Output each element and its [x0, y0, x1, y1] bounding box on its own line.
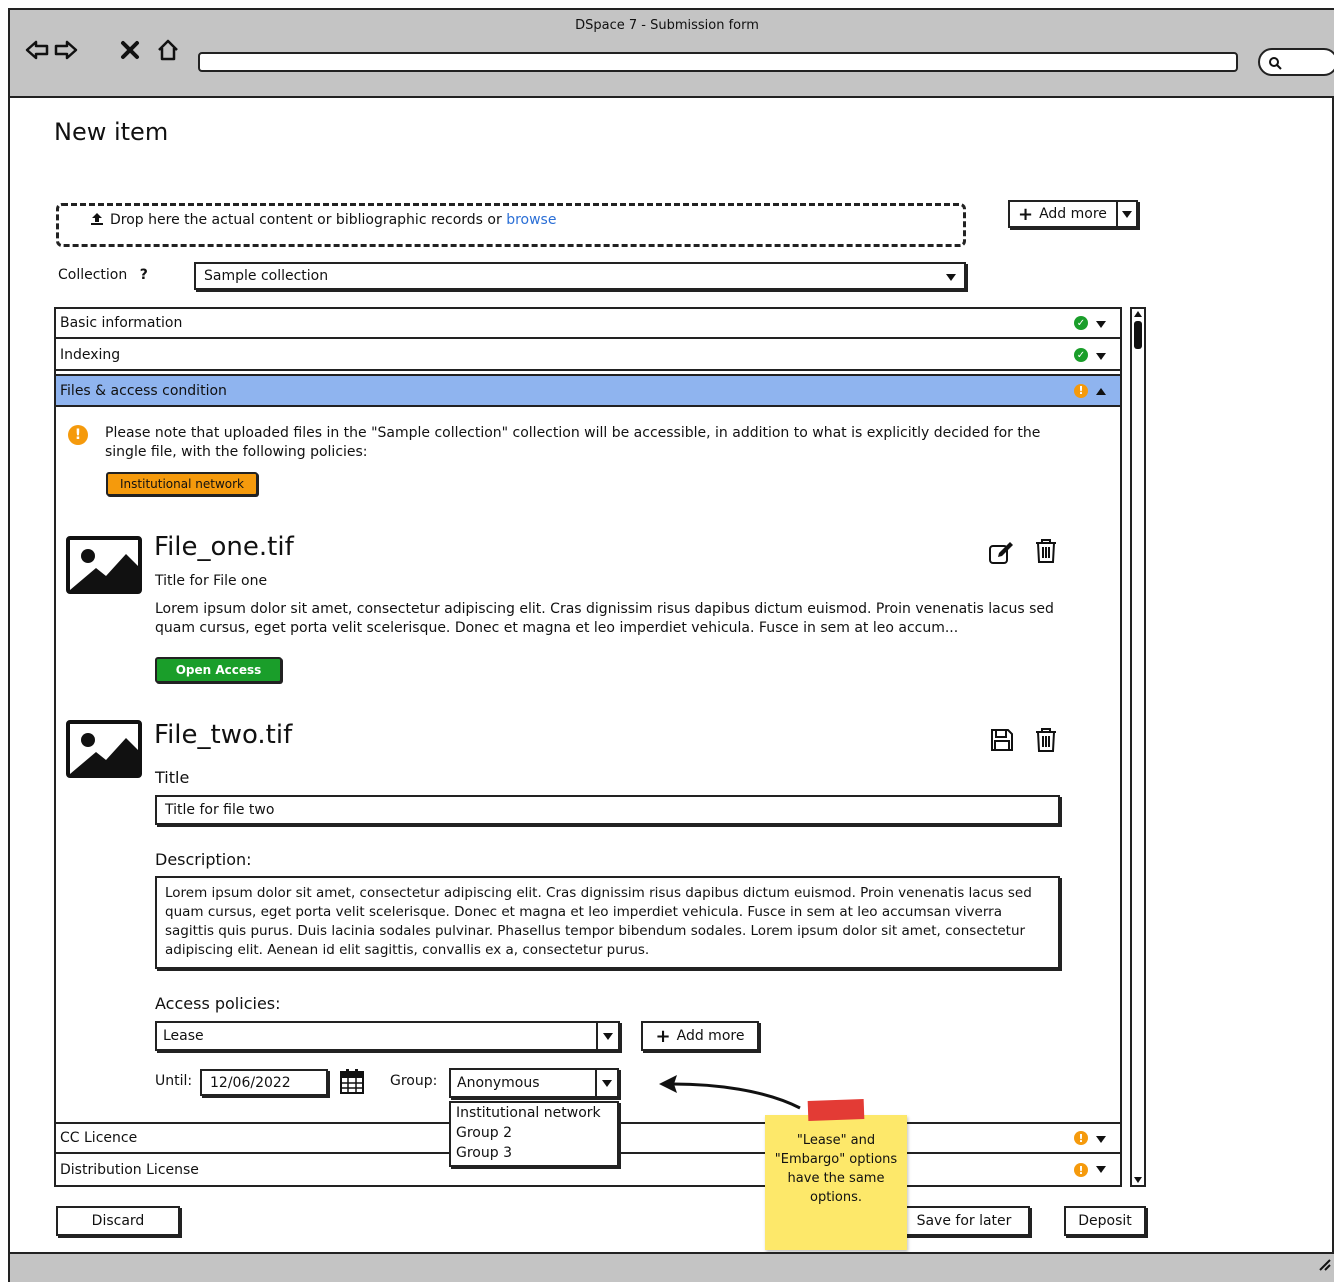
- chevron-down-icon: [602, 1079, 612, 1087]
- access-policy-select[interactable]: Lease: [155, 1021, 620, 1051]
- group-value: Anonymous: [457, 1075, 540, 1091]
- sticky-tape: [807, 1099, 865, 1121]
- edit-icon[interactable]: [988, 540, 1014, 566]
- section-indexing[interactable]: Indexing ✓: [56, 341, 1120, 371]
- resize-grip-icon[interactable]: [1318, 1258, 1332, 1272]
- file-title: Title for File one: [155, 573, 268, 589]
- chevron-down-icon: [603, 1032, 613, 1040]
- access-badge: Open Access: [155, 657, 282, 683]
- add-more-dropdown[interactable]: [1116, 200, 1138, 228]
- save-later-button[interactable]: Save for later: [898, 1206, 1030, 1236]
- add-policy-label: Add more: [676, 1028, 745, 1044]
- chevron-up-icon: [1096, 388, 1106, 395]
- group-option[interactable]: Group 3: [456, 1143, 617, 1163]
- policy-badge: Institutional network: [106, 472, 258, 496]
- browser-status-bar: [10, 1252, 1334, 1282]
- title-input[interactable]: Title for file two: [155, 795, 1060, 825]
- until-date-input[interactable]: 12/06/2022: [200, 1069, 328, 1096]
- scroll-thumb[interactable]: [1134, 321, 1142, 349]
- page-title: New item: [54, 118, 169, 146]
- section-label: CC Licence: [60, 1130, 138, 1146]
- annotation-arrow: [659, 1075, 801, 1110]
- group-option[interactable]: Group 2: [456, 1123, 617, 1143]
- section-basic-information[interactable]: Basic information ✓: [56, 309, 1120, 339]
- image-thumbnail-icon: [66, 720, 142, 778]
- save-icon[interactable]: [990, 728, 1014, 752]
- home-icon[interactable]: [156, 38, 180, 62]
- add-more-button[interactable]: + Add more: [1008, 200, 1118, 228]
- chevron-down-icon: [946, 274, 956, 281]
- description-textarea[interactable]: Lorem ipsum dolor sit amet, consectetur …: [155, 876, 1060, 969]
- dropzone-text: Drop here the actual content or bibliogr…: [90, 212, 556, 228]
- access-policies-label: Access policies:: [155, 994, 281, 1013]
- window-title: DSpace 7 - Submission form: [575, 18, 759, 33]
- scroll-down-icon[interactable]: [1133, 1175, 1143, 1185]
- scrollbar[interactable]: [1130, 307, 1146, 1187]
- section-label: Distribution License: [60, 1162, 199, 1178]
- forward-icon[interactable]: [54, 38, 78, 62]
- file-name: File_one.tif: [154, 532, 294, 562]
- help-icon[interactable]: ?: [140, 267, 148, 283]
- select-toggle: [595, 1070, 617, 1096]
- section-files-access[interactable]: Files & access condition !: [54, 374, 1122, 407]
- add-more-label: Add more: [1039, 206, 1107, 222]
- address-bar[interactable]: [198, 52, 1238, 72]
- file-name: File_two.tif: [154, 720, 293, 750]
- section-label: Indexing: [60, 347, 121, 363]
- file-description: Lorem ipsum dolor sit amet, consectetur …: [155, 601, 1054, 636]
- sticky-note: "Lease" and "Embargo" options have the s…: [765, 1115, 907, 1250]
- check-icon: ✓: [1074, 316, 1088, 330]
- trash-icon[interactable]: [1034, 727, 1058, 753]
- trash-icon[interactable]: [1034, 538, 1058, 564]
- calendar-icon[interactable]: [340, 1068, 364, 1094]
- dropzone-label: Drop here the actual content or bibliogr…: [110, 212, 507, 228]
- warning-icon: !: [1074, 1163, 1088, 1177]
- group-option[interactable]: Institutional network: [456, 1103, 617, 1123]
- description-value: Lorem ipsum dolor sit amet, consectetur …: [165, 885, 1032, 958]
- upload-icon: [91, 213, 103, 225]
- warning-icon: !: [1074, 383, 1088, 398]
- plus-icon: +: [655, 1025, 671, 1047]
- group-options-list: Institutional network Group 2 Group 3: [449, 1101, 619, 1167]
- select-toggle: [596, 1023, 618, 1049]
- deposit-button[interactable]: Deposit: [1064, 1206, 1146, 1236]
- browse-link[interactable]: browse: [506, 212, 556, 228]
- until-label: Until:: [155, 1073, 193, 1089]
- scroll-up-icon[interactable]: [1133, 309, 1143, 319]
- browser-search[interactable]: [1258, 48, 1334, 76]
- discard-button[interactable]: Discard: [56, 1206, 180, 1236]
- collection-select[interactable]: Sample collection: [194, 262, 966, 290]
- warning-icon: !: [68, 425, 88, 445]
- check-icon: ✓: [1074, 348, 1088, 362]
- chevron-down-icon: [1096, 321, 1106, 328]
- title-input-value: Title for file two: [165, 802, 275, 818]
- chevron-down-icon: [1096, 353, 1106, 360]
- group-select[interactable]: Anonymous: [449, 1068, 619, 1098]
- chevron-down-icon: [1122, 210, 1132, 218]
- search-icon: [1269, 57, 1282, 70]
- collection-label-text: Collection: [58, 267, 128, 283]
- plus-icon: +: [1018, 203, 1034, 225]
- add-policy-button[interactable]: + Add more: [641, 1021, 759, 1051]
- section-label: Basic information: [60, 315, 183, 331]
- chevron-down-icon: [1096, 1166, 1106, 1173]
- policy-notice: Please note that uploaded files in the "…: [105, 425, 1041, 460]
- image-thumbnail-icon: [66, 536, 142, 594]
- title-label: Title: [155, 768, 190, 787]
- back-icon[interactable]: [25, 38, 49, 62]
- section-label: Files & access condition: [60, 382, 227, 399]
- chevron-down-icon: [1096, 1136, 1106, 1143]
- description-label: Description:: [155, 850, 252, 869]
- access-policy-value: Lease: [163, 1028, 204, 1044]
- collection-value: Sample collection: [204, 268, 329, 284]
- collection-label: Collection ?: [58, 267, 148, 283]
- sticky-note-text: "Lease" and "Embargo" options have the s…: [774, 1133, 898, 1205]
- group-label: Group:: [390, 1073, 438, 1089]
- until-date-value: 12/06/2022: [210, 1074, 291, 1091]
- warning-icon: !: [1074, 1131, 1088, 1145]
- stop-icon[interactable]: [118, 38, 142, 62]
